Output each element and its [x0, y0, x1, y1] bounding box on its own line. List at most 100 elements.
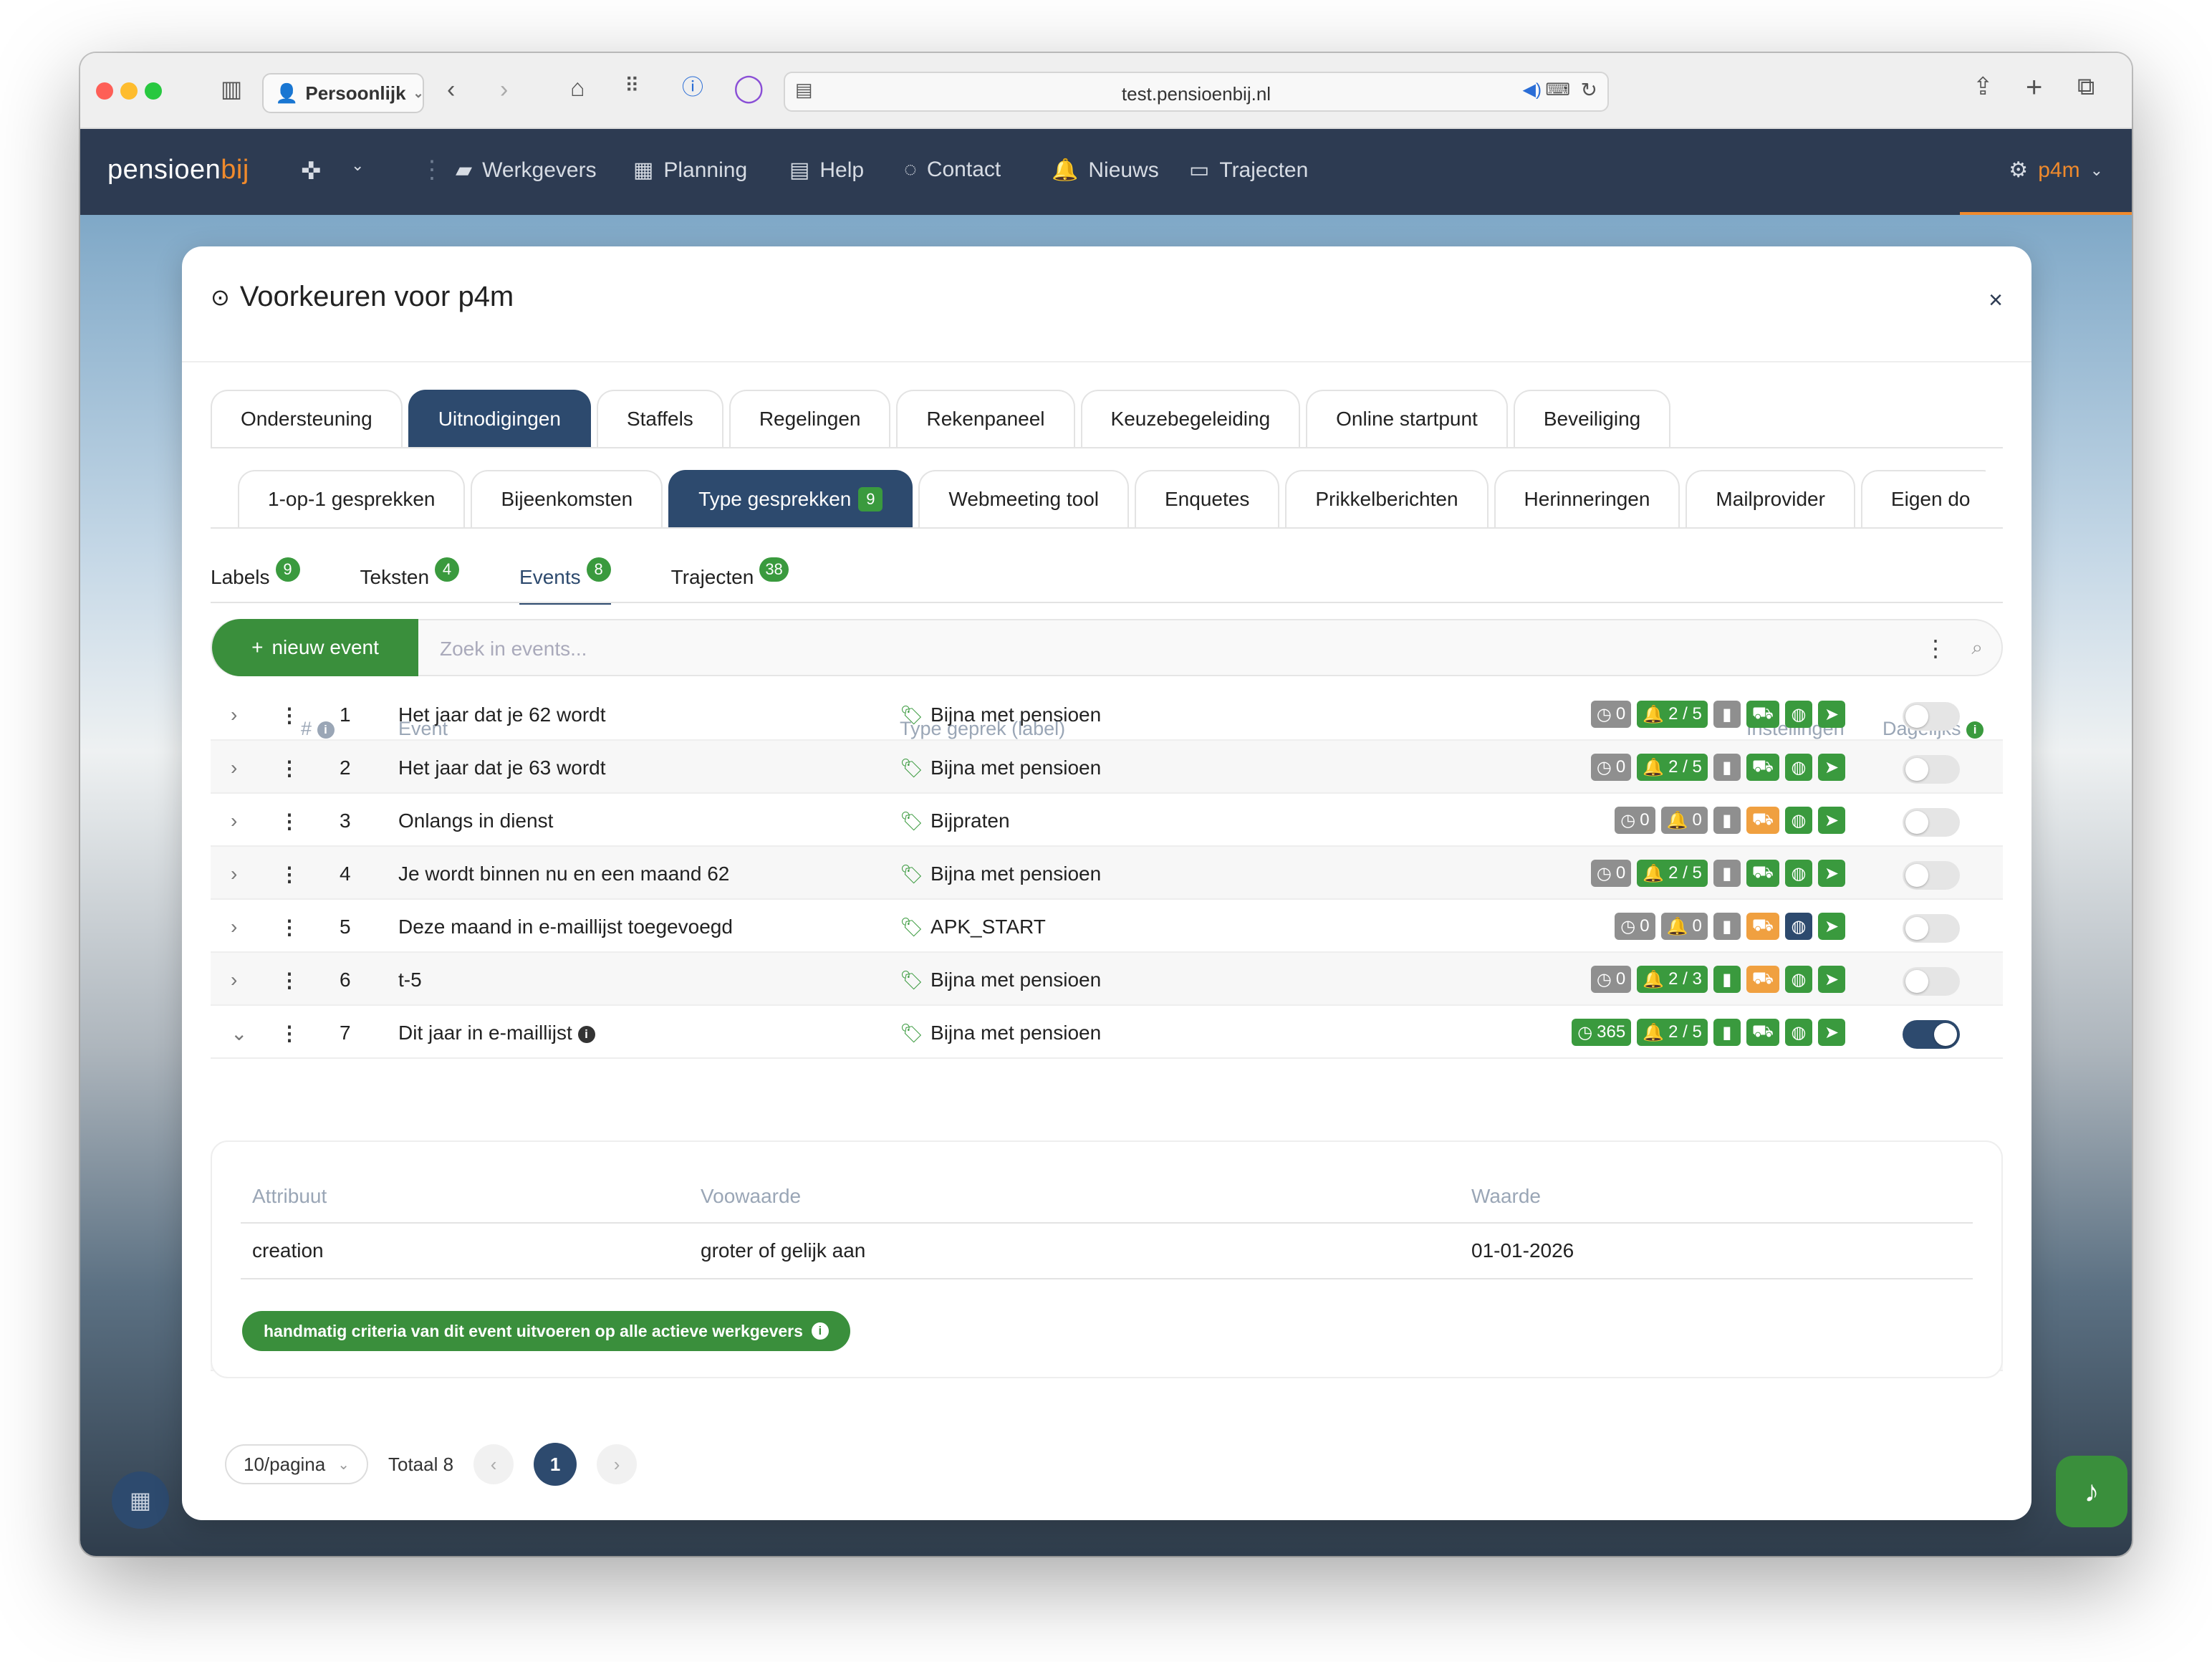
chevron-right-icon[interactable]: ›	[231, 756, 237, 779]
speaker-icon[interactable]: ◀)	[1523, 82, 1542, 99]
chart-icon[interactable]: ▮	[1713, 754, 1741, 781]
clock-pill[interactable]: ◷ 0	[1590, 860, 1632, 887]
table-row[interactable]: › ⋮ 3 Onlangs in dienst 🏷 Bijpraten ◷ 0 🔔 0 ▮ ⛟ ◍ ➤	[211, 794, 2003, 847]
daily-toggle[interactable]	[1903, 914, 1960, 943]
close-icon[interactable]: ×	[1989, 287, 2003, 314]
reminder-pill[interactable]: 🔔0	[1660, 913, 1708, 940]
send-icon[interactable]: ➤	[1818, 966, 1845, 993]
password-manager-icon[interactable]: ⓘ	[682, 77, 703, 99]
cart-icon[interactable]: ⛟	[1746, 754, 1779, 781]
chart-icon[interactable]: ▮	[1713, 913, 1741, 940]
kebab-menu-icon[interactable]: ⋮	[1924, 635, 1947, 662]
reminder-pill[interactable]: 🔔 2 / 5	[1637, 860, 1708, 887]
subtab-mailprovider[interactable]: Mailprovider	[1686, 470, 1855, 527]
zoom-window-button[interactable]	[145, 82, 162, 100]
tab-rekenpaneel[interactable]: Rekenpaneel	[896, 390, 1075, 447]
clock-pill[interactable]: ◷ 0	[1590, 754, 1632, 781]
user-menu[interactable]: ⚙ p4m ⌄	[2009, 158, 2103, 183]
reminder-pill[interactable]: 🔔 2 / 5	[1637, 754, 1708, 781]
subtab-type-gesprekken[interactable]: Type gesprekken 9	[668, 470, 913, 527]
subtab-herinneringen[interactable]: Herinneringen	[1494, 470, 1680, 527]
subtab-enquetes[interactable]: Enquetes	[1135, 470, 1280, 527]
tab-staffels[interactable]: Staffels	[596, 390, 723, 447]
globe-icon[interactable]: ◍	[1785, 913, 1812, 940]
reload-icon[interactable]: ↻	[1581, 80, 1597, 100]
share-icon[interactable]: ⇪	[1973, 75, 1994, 99]
subtab-webmeeting-tool[interactable]: Webmeeting tool	[918, 470, 1129, 527]
subtab-eigen-do[interactable]: Eigen do	[1860, 470, 1986, 527]
chart-icon[interactable]: ▮	[1713, 701, 1741, 728]
nav-werkgevers[interactable]: ▰ Werkgevers	[456, 158, 597, 183]
tab-online-startpunt[interactable]: Online startpunt	[1306, 390, 1508, 447]
kebab-menu-icon[interactable]: ⋮	[279, 1022, 299, 1045]
kebab-menu-icon[interactable]: ⋮	[279, 703, 299, 727]
reminder-pill[interactable]: 🔔 2 / 3	[1637, 966, 1708, 993]
nav-contact[interactable]: ◌ Contact	[904, 158, 1001, 182]
globe-icon[interactable]: ◍	[1785, 807, 1812, 834]
minimize-window-button[interactable]	[120, 82, 138, 100]
reminder-pill[interactable]: 🔔 2 / 5	[1637, 1019, 1708, 1046]
tab-beveiliging[interactable]: Beveiliging	[1513, 390, 1671, 447]
daily-toggle[interactable]	[1903, 808, 1960, 837]
table-row[interactable]: ⌄ ⋮ 7 Dit jaar in e-maillijst i 🏷 Bijna met p…	[211, 1006, 2003, 1059]
chevron-down-icon[interactable]: ⌄	[231, 1022, 247, 1045]
section-trajecten[interactable]: Trajecten 38	[671, 557, 789, 605]
kebab-menu-icon[interactable]: ⋮	[279, 810, 299, 833]
tab-uitnodigingen[interactable]: Uitnodigingen	[408, 390, 591, 447]
sidebar-icon[interactable]: ▥	[221, 77, 242, 100]
section-events[interactable]: Events 8	[519, 557, 611, 605]
chevron-right-icon[interactable]: ›	[231, 969, 237, 991]
apps-grid-icon[interactable]: ⠿	[625, 76, 640, 96]
send-icon[interactable]: ➤	[1818, 860, 1845, 887]
next-page-button[interactable]: ›	[597, 1444, 638, 1484]
table-row[interactable]: › ⋮ 4 Je wordt binnen nu en een maand 62 🏷 Bi…	[211, 847, 2003, 900]
current-page[interactable]: 1	[534, 1443, 577, 1486]
table-row[interactable]: › ⋮ 5 Deze maand in e-maillijst toegevoegd 🏷…	[211, 900, 2003, 953]
daily-toggle[interactable]	[1903, 861, 1960, 890]
send-icon[interactable]: ➤	[1818, 754, 1845, 781]
tab-ondersteuning[interactable]: Ondersteuning	[211, 390, 403, 447]
pensioenbij-logo[interactable]: pensioenbij	[107, 155, 249, 186]
new-tab-icon[interactable]: +	[2026, 73, 2042, 102]
clock-pill[interactable]: ◷365	[1572, 1019, 1632, 1046]
back-icon[interactable]: ‹	[447, 77, 455, 102]
cart-icon[interactable]: ⛟	[1746, 701, 1779, 728]
globe-icon[interactable]: ◍	[1785, 754, 1812, 781]
chart-icon[interactable]: ▮	[1713, 807, 1741, 834]
prev-page-button[interactable]: ‹	[473, 1444, 514, 1484]
daily-toggle[interactable]	[1903, 967, 1960, 996]
address-bar[interactable]: ▤ test.pensioenbij.nl ◀) ⌨ ↻	[784, 72, 1609, 112]
nav-nieuws[interactable]: 🔔 Nieuws	[1052, 158, 1159, 183]
kebab-menu-icon[interactable]: ⋮	[279, 756, 299, 780]
section-labels[interactable]: Labels 9	[211, 557, 300, 605]
extension-ring-icon[interactable]: ◯	[734, 75, 764, 102]
daily-toggle[interactable]	[1903, 1020, 1960, 1049]
cart-icon[interactable]: ⛟	[1746, 1019, 1779, 1046]
chart-icon[interactable]: ▮	[1713, 1019, 1741, 1046]
clock-pill[interactable]: ◷ 0	[1590, 701, 1632, 728]
table-row[interactable]: › ⋮ 2 Het jaar dat je 63 wordt 🏷 Bijna met pe…	[211, 741, 2003, 794]
reminder-pill[interactable]: 🔔 2 / 5	[1637, 701, 1708, 728]
cart-icon[interactable]: ⛟	[1746, 966, 1779, 993]
table-row[interactable]: › ⋮ 1 Het jaar dat je 62 wordt 🏷 Bijna met pe…	[211, 688, 2003, 741]
section-teksten[interactable]: Teksten 4	[360, 557, 460, 605]
nav-planning[interactable]: ▦ Planning	[633, 158, 747, 183]
kebab-menu-icon[interactable]: ⋮	[279, 916, 299, 939]
kebab-menu-icon[interactable]: ⋮	[420, 158, 444, 182]
search-icon[interactable]: ⌕	[1971, 636, 1983, 660]
chevron-right-icon[interactable]: ›	[231, 916, 237, 938]
subtab-1-op-1-gesprekken[interactable]: 1-op-1 gesprekken	[238, 470, 466, 527]
chevron-down-icon[interactable]: ⌄	[351, 158, 364, 173]
close-window-button[interactable]	[96, 82, 113, 100]
chart-icon[interactable]: ▮	[1713, 966, 1741, 993]
tab-regelingen[interactable]: Regelingen	[728, 390, 891, 447]
globe-icon[interactable]: ◍	[1785, 1019, 1812, 1046]
table-row[interactable]: › ⋮ 6 t-5 🏷 Bijna met pensioen ◷ 0 🔔 2 / 3 ▮ ⛟ ◍ ➤	[211, 953, 2003, 1006]
kebab-menu-icon[interactable]: ⋮	[279, 969, 299, 992]
globe-icon[interactable]: ◍	[1785, 966, 1812, 993]
cart-icon[interactable]: ⛟	[1746, 913, 1779, 940]
tabs-overview-icon[interactable]: ⧉	[2077, 75, 2095, 99]
search-input[interactable]: Zoek in events...	[440, 638, 587, 661]
cart-icon[interactable]: ⛟	[1746, 807, 1779, 834]
send-icon[interactable]: ➤	[1818, 913, 1845, 940]
